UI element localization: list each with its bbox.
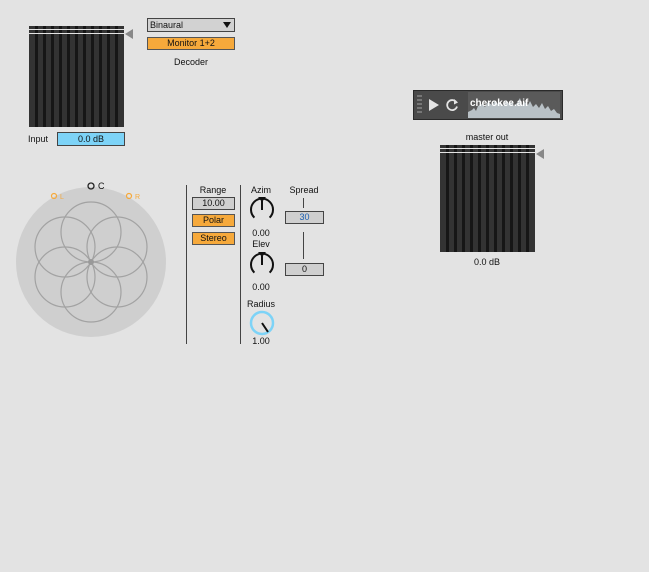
spread-connector-top [303,198,304,208]
meter-divider [51,26,55,127]
meter-divider [478,145,482,252]
master-gain-value: 0.0 dB [473,257,501,267]
separator-right [240,185,241,344]
meter-divider [82,26,86,127]
decoder-mode-dropdown[interactable]: Binaural [147,18,235,32]
spread-label: Spread [289,185,319,195]
meter-divider [454,145,458,252]
meter-divider [75,26,78,127]
input-label: Input [28,134,49,144]
radius-label: Radius [246,299,275,309]
meter-divider [106,26,110,127]
range-number[interactable]: 10.00 [192,197,235,210]
spread-number[interactable]: 30 [285,211,324,224]
master-out-label: master out [465,132,509,142]
spread-second-number[interactable]: 0 [285,263,324,276]
meter-divider [501,145,505,252]
master-meter-pointer-icon[interactable] [536,149,544,159]
stereo-button[interactable]: Stereo [192,232,235,245]
input-gain-number[interactable]: 0.0 dB [57,132,125,146]
player-drag-handle[interactable] [417,95,422,115]
max-patcher: { "decoder": { "mode_value": "Binaural",… [0,0,649,572]
input-level-meter [29,26,124,127]
center-speaker-label: C [98,181,105,191]
azim-value: 0.00 [252,228,270,238]
meter-divider [43,26,47,127]
radius-value: 1.00 [252,336,270,346]
chevron-down-icon [223,22,231,28]
source-position [88,259,94,265]
play-icon[interactable] [428,98,440,112]
meter-divider [35,26,39,127]
master-level-meter [440,145,535,252]
right-speaker-label: R [135,194,140,201]
meter-divider [90,26,94,127]
meter-divider [59,26,63,127]
left-speaker-label: L [60,194,64,201]
azim-label: Azim [251,185,271,195]
polar-button[interactable]: Polar [192,214,235,227]
meter-divider [446,145,450,252]
meter-divider [517,145,521,252]
meter-tick-line [29,29,124,30]
separator-left [186,185,187,344]
audio-player[interactable]: cherokee.aif [413,90,563,120]
loop-icon[interactable] [446,98,459,112]
monitor-button[interactable]: Monitor 1+2 [147,37,235,50]
meter-divider [493,145,497,252]
range-label: Range [199,185,227,195]
meter-divider [114,26,118,127]
azim-dial[interactable] [248,195,276,225]
input-meter-pointer-icon[interactable] [125,29,133,39]
meter-tick-line [440,148,535,149]
spatial-panner[interactable]: C L R [14,178,170,340]
meter-divider [509,145,513,252]
meter-divider [470,145,474,252]
elev-label: Elev [252,239,270,249]
spread-connector-bottom [303,232,304,259]
meter-divider [525,145,529,252]
elev-value: 0.00 [252,282,270,292]
meter-divider [67,26,71,127]
meter-divider [462,145,466,252]
meter-divider [486,145,489,252]
player-filename: cherokee.aif [470,98,529,109]
meter-tick-line [440,152,535,153]
meter-divider [98,26,102,127]
meter-tick-line [29,33,124,34]
decoder-mode-value: Binaural [150,20,184,30]
elev-dial[interactable] [248,250,276,280]
radius-dial[interactable] [248,309,276,337]
decoder-label: Decoder [173,57,209,67]
